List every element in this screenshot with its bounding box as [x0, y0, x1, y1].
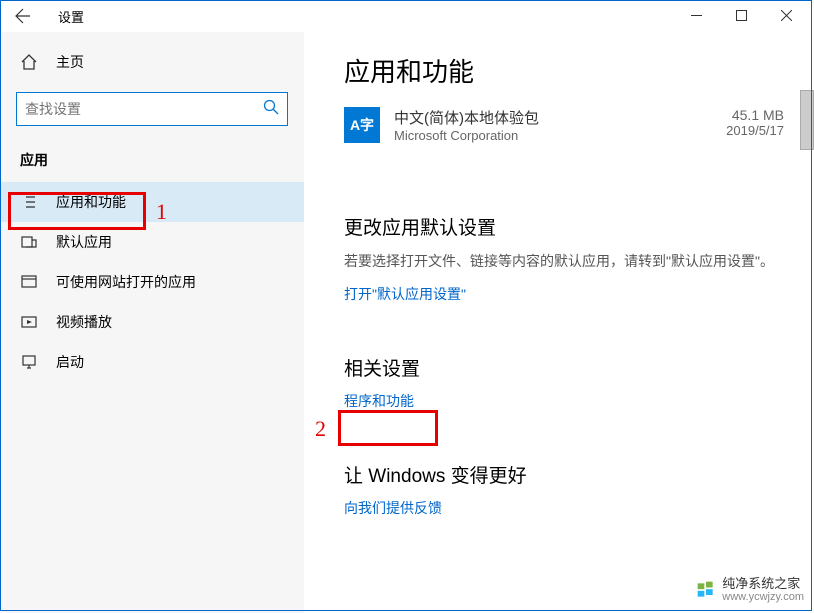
website-icon [20, 274, 38, 290]
app-name: 中文(简体)本地体验包 [394, 107, 726, 128]
open-default-apps-link[interactable]: 打开"默认应用设置" [344, 284, 466, 304]
app-vendor: Microsoft Corporation [394, 128, 726, 143]
maximize-icon [736, 10, 747, 21]
section-desc: 若要选择打开文件、链接等内容的默认应用，请转到"默认应用设置"。 [344, 250, 784, 272]
app-list-item[interactable]: A字 中文(简体)本地体验包 Microsoft Corporation 45.… [344, 107, 784, 143]
minimize-icon [691, 10, 702, 21]
app-icon: A字 [344, 107, 380, 143]
close-button[interactable] [764, 0, 809, 30]
nav-item-startup[interactable]: 启动 [0, 342, 304, 382]
annotation-1: 1 [156, 199, 167, 225]
minimize-button[interactable] [674, 0, 719, 30]
app-size: 45.1 MB [726, 107, 784, 123]
nav-label: 可使用网站打开的应用 [56, 272, 196, 292]
search-input[interactable] [25, 101, 263, 117]
nav-item-video-playback[interactable]: 视频播放 [0, 302, 304, 342]
search-icon [263, 99, 279, 120]
app-date: 2019/5/17 [726, 123, 784, 138]
close-icon [781, 10, 792, 21]
window-controls [674, 0, 809, 30]
scrollbar[interactable] [800, 90, 814, 150]
home-icon [20, 53, 38, 71]
nav-label: 启动 [56, 352, 84, 372]
page-title: 应用和功能 [344, 52, 784, 89]
list-icon [20, 194, 38, 210]
back-arrow-icon [15, 8, 31, 24]
watermark-url: www.ycwjzy.com [722, 591, 804, 603]
programs-features-link[interactable]: 程序和功能 [344, 391, 414, 411]
category-header: 应用 [0, 142, 304, 182]
feedback-link[interactable]: 向我们提供反馈 [344, 498, 442, 518]
nav-item-apps-features[interactable]: 应用和功能 [0, 182, 304, 222]
startup-icon [20, 354, 38, 370]
section-title: 更改应用默认设置 [344, 213, 784, 240]
titlebar: 设置 [0, 0, 814, 32]
nav-label: 视频播放 [56, 312, 112, 332]
defaults-icon [20, 234, 38, 250]
nav-label: 应用和功能 [56, 192, 126, 212]
sidebar: 主页 应用 应用和功能 默认应用 [0, 32, 304, 613]
nav-item-website-apps[interactable]: 可使用网站打开的应用 [0, 262, 304, 302]
window-title: 设置 [58, 7, 84, 26]
maximize-button[interactable] [719, 0, 764, 30]
nav-item-default-apps[interactable]: 默认应用 [0, 222, 304, 262]
home-label: 主页 [56, 52, 84, 72]
annotation-2: 2 [315, 416, 326, 442]
section-title: 相关设置 [344, 354, 784, 381]
watermark: 纯净系统之家 www.ycwjzy.com [696, 577, 804, 603]
main-content: 应用和功能 A字 中文(简体)本地体验包 Microsoft Corporati… [304, 32, 814, 613]
section-defaults: 更改应用默认设置 若要选择打开文件、链接等内容的默认应用，请转到"默认应用设置"… [344, 213, 784, 304]
video-icon [20, 314, 38, 330]
nav-label: 默认应用 [56, 232, 112, 252]
section-feedback: 让 Windows 变得更好 向我们提供反馈 [344, 461, 784, 518]
home-button[interactable]: 主页 [0, 44, 304, 80]
watermark-name: 纯净系统之家 [722, 577, 804, 591]
watermark-logo-icon [696, 580, 716, 600]
section-related: 相关设置 程序和功能 [344, 354, 784, 411]
section-title: 让 Windows 变得更好 [344, 461, 784, 488]
back-button[interactable] [8, 1, 38, 31]
search-box[interactable] [16, 92, 288, 126]
